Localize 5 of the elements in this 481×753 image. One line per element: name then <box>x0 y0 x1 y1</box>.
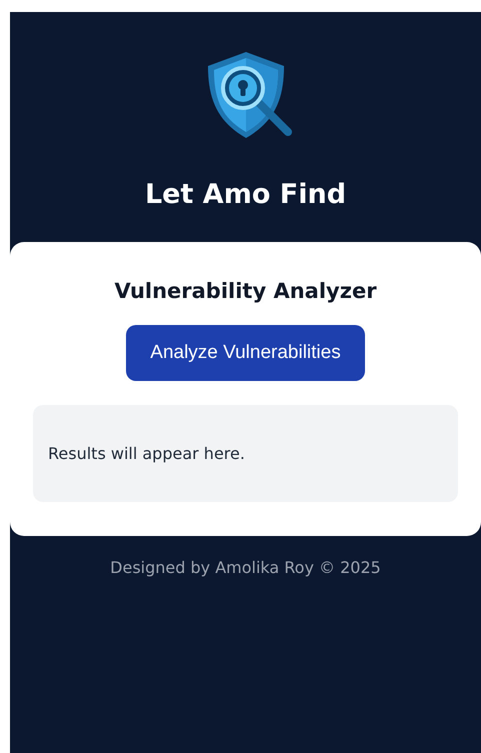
results-box: Results will appear here. <box>33 405 458 502</box>
card-title: Vulnerability Analyzer <box>114 278 377 305</box>
app-title: Let Amo Find <box>144 178 346 212</box>
analyze-button[interactable]: Analyze Vulnerabilities <box>126 325 365 382</box>
footer-credit: Designed by Amolika Roy © 2025 <box>110 556 381 579</box>
